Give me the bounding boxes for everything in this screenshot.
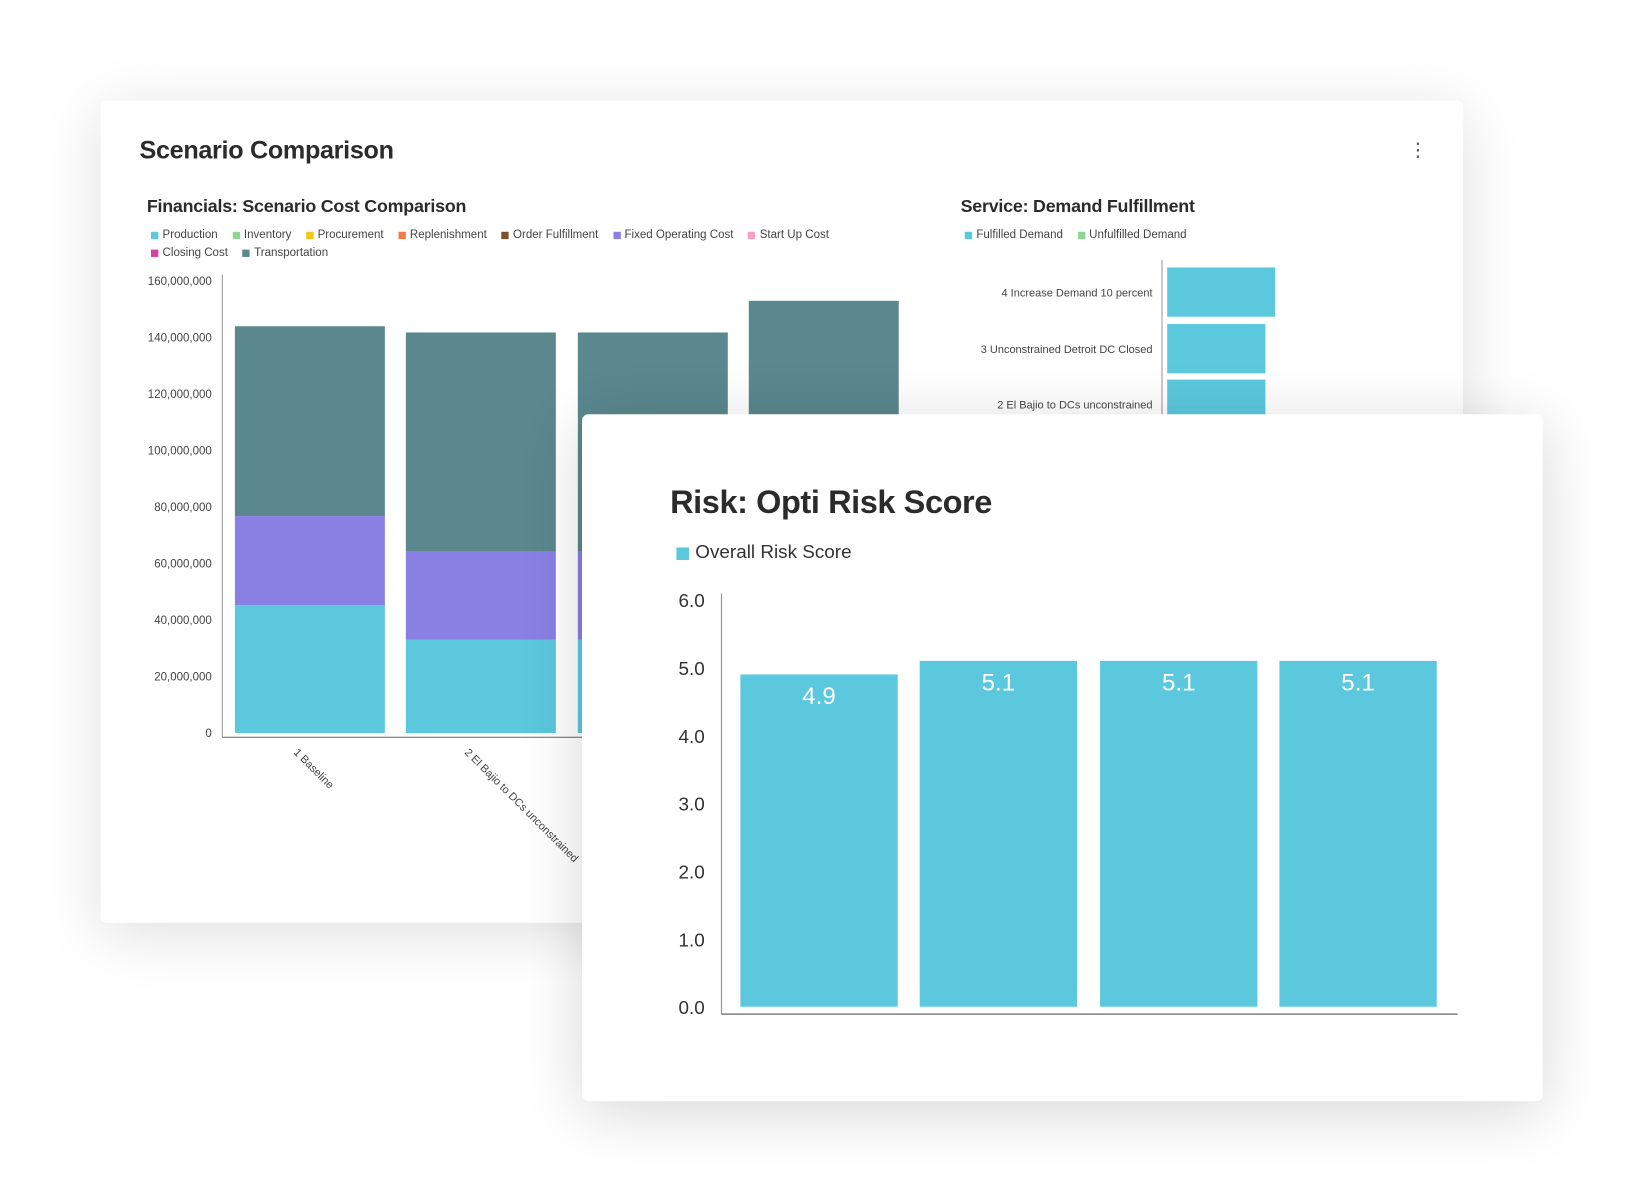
risk-bar[interactable] xyxy=(1279,660,1437,1007)
y-tick-label: 100,000,000 xyxy=(148,446,212,458)
risk-chart: 0.0 1.0 2.0 3.0 4.0 5.0 6.0 4.9 5.1 5.1 5.1 xyxy=(679,590,1458,1018)
y-tick-label: 60,000,000 xyxy=(154,559,212,571)
y-tick-label: 140,000,000 xyxy=(148,333,212,345)
bar-segment-production[interactable] xyxy=(234,605,385,734)
bar-segment-transportation[interactable] xyxy=(405,332,556,552)
bar-fulfilled-demand[interactable] xyxy=(1167,267,1276,317)
bar-segment-fixed-operating-cost[interactable] xyxy=(405,551,556,640)
data-label: 4.9 xyxy=(802,683,836,710)
y-tick-label: 4 Increase Demand 10 percent xyxy=(1001,287,1152,299)
y-tick-label: 3.0 xyxy=(679,794,705,815)
bar-segment-production[interactable] xyxy=(405,639,556,734)
y-tick-label: 3 Unconstrained Detroit DC Closed xyxy=(981,344,1153,356)
risk-bar[interactable] xyxy=(740,674,898,1007)
y-tick-label: 0.0 xyxy=(679,997,705,1018)
y-tick-label: 160,000,000 xyxy=(148,276,212,288)
y-tick-label: 40,000,000 xyxy=(154,615,212,627)
bar-segment-fixed-operating-cost[interactable] xyxy=(234,516,385,606)
data-label: 5.1 xyxy=(1341,669,1375,696)
y-tick-label: 5.0 xyxy=(679,658,705,679)
y-tick-label: 4.0 xyxy=(679,726,705,747)
risk-card: Risk: Opti Risk Score Overall Risk Score… xyxy=(582,414,1543,1102)
y-tick-label: 1.0 xyxy=(679,929,705,950)
data-label: 5.1 xyxy=(982,669,1016,696)
y-tick-label: 0 xyxy=(205,728,211,740)
y-tick-label: 2 El Bajio to DCs unconstrained xyxy=(997,399,1152,411)
x-tick-label: 1 Baseline xyxy=(291,747,336,792)
y-tick-label: 120,000,000 xyxy=(148,389,212,401)
data-label: 5.1 xyxy=(1162,669,1196,696)
y-tick-label: 6.0 xyxy=(679,590,705,611)
risk-bar[interactable] xyxy=(1100,660,1258,1007)
x-tick-label: 2 El Bajio to DCs unconstrained xyxy=(462,747,580,865)
bar-segment-transportation[interactable] xyxy=(234,326,385,517)
bar-fulfilled-demand[interactable] xyxy=(1167,324,1266,374)
y-tick-label: 2.0 xyxy=(679,861,705,882)
stage: Scenario Comparison ⋮ Financials: Scenar… xyxy=(0,0,1636,1196)
risk-bar[interactable] xyxy=(919,660,1078,1007)
y-tick-label: 80,000,000 xyxy=(154,502,212,514)
y-tick-label: 20,000,000 xyxy=(154,672,212,684)
